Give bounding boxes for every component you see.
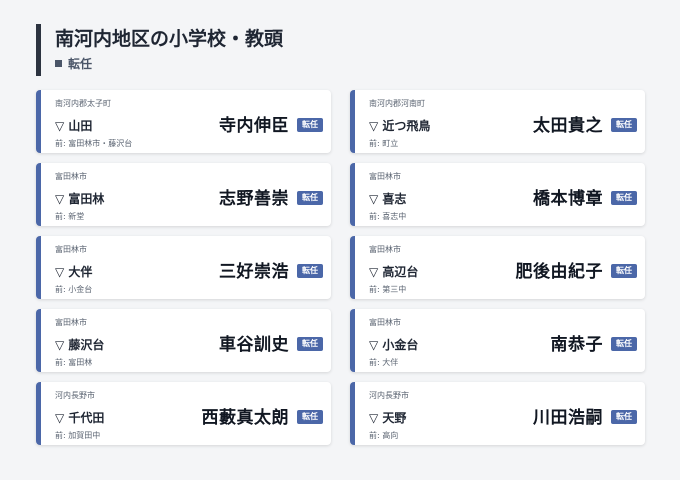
square-bullet-icon bbox=[55, 60, 62, 67]
card-person-name: 太田貴之 bbox=[533, 116, 603, 136]
personnel-card: 富田林市 ▽ 大伴 前: 小金台 三好崇浩 転任 bbox=[36, 236, 331, 299]
card-previous-post: 前: 新堂 bbox=[55, 212, 85, 221]
card-transfer-badge: 転任 bbox=[611, 337, 637, 351]
card-district: 富田林市 bbox=[55, 245, 87, 254]
card-previous-post: 前: 富田林 bbox=[55, 358, 93, 367]
personnel-card: 富田林市 ▽ 小金台 前: 大伴 南恭子 転任 bbox=[350, 309, 645, 372]
card-person-name: 寺内伸臣 bbox=[219, 116, 289, 136]
card-transfer-badge: 転任 bbox=[611, 264, 637, 278]
card-person-name: 志野善崇 bbox=[219, 189, 289, 209]
card-district: 河内長野市 bbox=[369, 391, 409, 400]
card-previous-post: 前: 加賀田中 bbox=[55, 431, 101, 440]
card-district: 富田林市 bbox=[369, 245, 401, 254]
card-district: 南河内郡河南町 bbox=[369, 99, 425, 108]
personnel-card: 南河内郡河南町 ▽ 近つ飛鳥 前: 町立 太田貴之 転任 bbox=[350, 90, 645, 153]
card-previous-post: 前: 喜志中 bbox=[369, 212, 407, 221]
card-person-name: 三好崇浩 bbox=[219, 262, 289, 282]
card-transfer-badge: 転任 bbox=[611, 118, 637, 132]
card-school-area: ▽ 山田 bbox=[55, 119, 93, 133]
card-previous-post: 前: 大伴 bbox=[369, 358, 399, 367]
card-person-name: 西藪真太朗 bbox=[201, 408, 289, 428]
card-previous-post: 前: 第三中 bbox=[369, 285, 407, 294]
page-title: 南河内地区の小学校・教頭 bbox=[55, 28, 284, 50]
personnel-card: 富田林市 ▽ 藤沢台 前: 富田林 車谷訓史 転任 bbox=[36, 309, 331, 372]
card-previous-post: 前: 町立 bbox=[369, 139, 399, 148]
card-transfer-badge: 転任 bbox=[297, 264, 323, 278]
card-district: 富田林市 bbox=[55, 172, 87, 181]
section-subtitle: 転任 bbox=[55, 57, 283, 71]
card-person-name: 川田浩嗣 bbox=[533, 408, 603, 428]
subtitle-label: 転任 bbox=[68, 57, 93, 71]
personnel-card: 富田林市 ▽ 富田林 前: 新堂 志野善崇 転任 bbox=[36, 163, 331, 226]
card-person-name: 南恭子 bbox=[550, 335, 603, 355]
card-transfer-badge: 転任 bbox=[297, 118, 323, 132]
personnel-card: 河内長野市 ▽ 千代田 前: 加賀田中 西藪真太朗 転任 bbox=[36, 382, 331, 445]
card-previous-post: 前: 小金台 bbox=[55, 285, 93, 294]
card-school-area: ▽ 天野 bbox=[369, 411, 407, 425]
card-district: 富田林市 bbox=[369, 318, 401, 327]
card-school-area: ▽ 高辺台 bbox=[369, 265, 419, 279]
personnel-card: 富田林市 ▽ 高辺台 前: 第三中 肥後由紀子 転任 bbox=[350, 236, 645, 299]
card-person-name: 肥後由紀子 bbox=[515, 262, 603, 282]
card-school-area: ▽ 喜志 bbox=[369, 192, 407, 206]
card-district: 富田林市 bbox=[55, 318, 87, 327]
card-school-area: ▽ 富田林 bbox=[55, 192, 105, 206]
card-district: 南河内郡太子町 bbox=[55, 99, 111, 108]
card-transfer-badge: 転任 bbox=[297, 337, 323, 351]
card-person-name: 橋本博章 bbox=[533, 189, 603, 209]
card-school-area: ▽ 小金台 bbox=[369, 338, 419, 352]
card-school-area: ▽ 藤沢台 bbox=[55, 338, 105, 352]
personnel-card: 南河内郡太子町 ▽ 山田 前: 富田林市・藤沢台 寺内伸臣 転任 bbox=[36, 90, 331, 153]
card-school-area: ▽ 近つ飛鳥 bbox=[369, 119, 431, 133]
card-transfer-badge: 転任 bbox=[611, 191, 637, 205]
page-header: 南河内地区の小学校・教頭 転任 bbox=[36, 24, 283, 76]
card-transfer-badge: 転任 bbox=[297, 191, 323, 205]
card-district: 河内長野市 bbox=[55, 391, 95, 400]
card-transfer-badge: 転任 bbox=[611, 410, 637, 424]
card-school-area: ▽ 大伴 bbox=[55, 265, 93, 279]
card-district: 富田林市 bbox=[369, 172, 401, 181]
card-previous-post: 前: 富田林市・藤沢台 bbox=[55, 139, 133, 148]
card-school-area: ▽ 千代田 bbox=[55, 411, 105, 425]
card-transfer-badge: 転任 bbox=[297, 410, 323, 424]
personnel-card: 富田林市 ▽ 喜志 前: 喜志中 橋本博章 転任 bbox=[350, 163, 645, 226]
personnel-card: 河内長野市 ▽ 天野 前: 高向 川田浩嗣 転任 bbox=[350, 382, 645, 445]
card-person-name: 車谷訓史 bbox=[219, 335, 289, 355]
card-previous-post: 前: 高向 bbox=[369, 431, 399, 440]
